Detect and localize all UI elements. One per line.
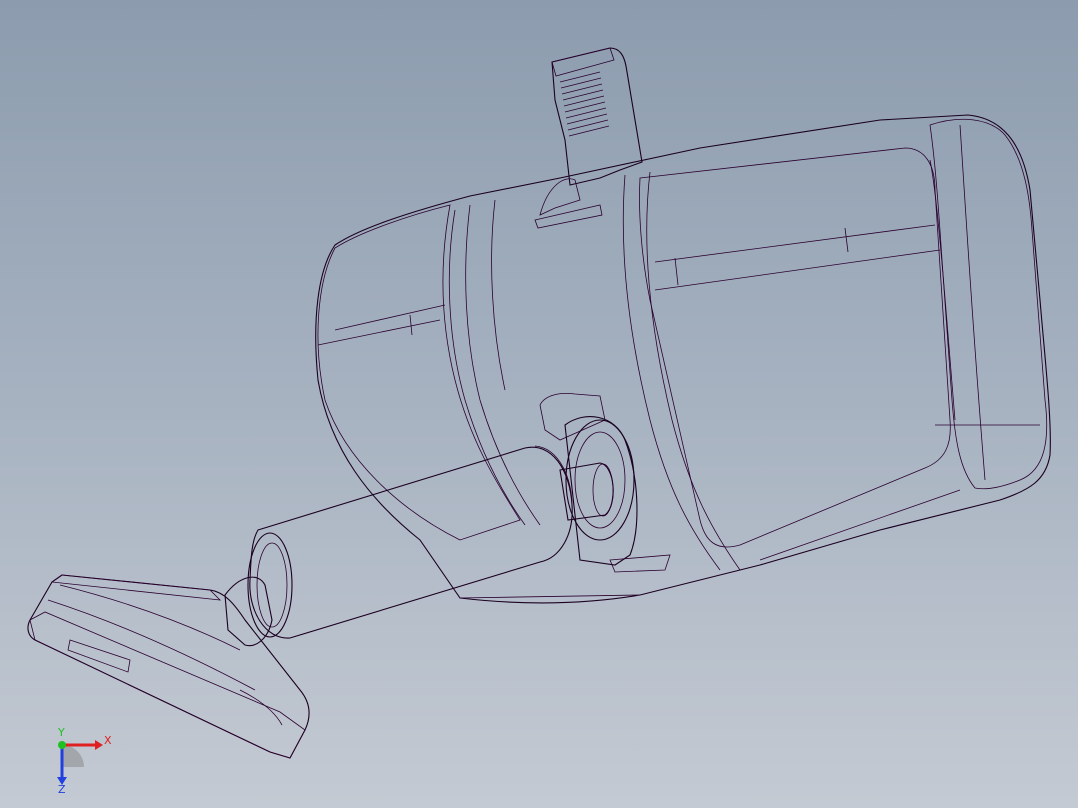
cad-3d-viewport[interactable]: X Y Z: [0, 0, 1078, 808]
main-body[interactable]: [315, 114, 1051, 604]
y-axis-dot: [58, 741, 66, 749]
x-axis-label: X: [104, 734, 112, 747]
vacuum-cleaner-model[interactable]: [0, 0, 1078, 808]
hose-port[interactable]: [539, 393, 671, 573]
hose-connector[interactable]: [559, 462, 614, 521]
axis-triad: X Y Z: [57, 726, 112, 795]
y-axis-label: Y: [57, 726, 65, 739]
z-axis-label: Z: [58, 783, 66, 795]
carry-handle[interactable]: [534, 47, 643, 229]
x-axis-arrow-head: [95, 740, 103, 750]
extension-tube[interactable]: [247, 445, 573, 639]
handle-grip-ridges: [559, 71, 610, 137]
triad-shadow: [62, 745, 84, 767]
